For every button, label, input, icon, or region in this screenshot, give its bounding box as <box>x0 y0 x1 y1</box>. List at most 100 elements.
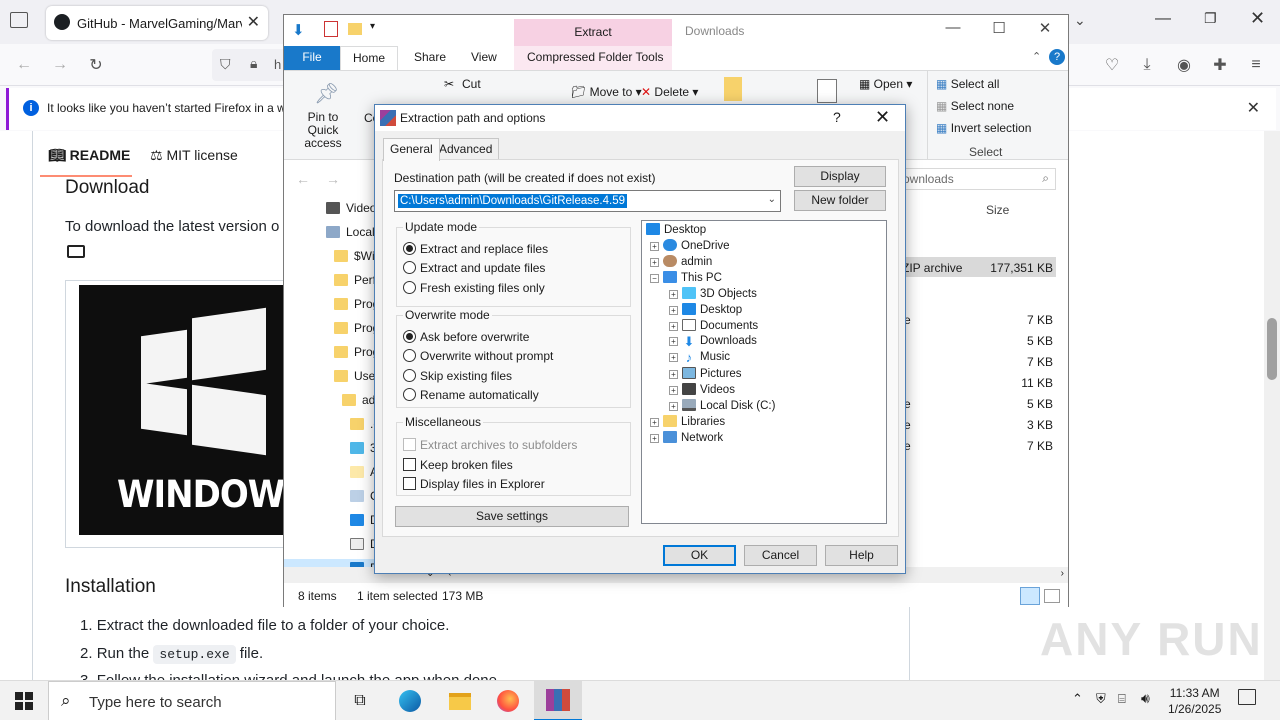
extract-context-tab[interactable]: Extract <box>514 19 672 46</box>
expand-icon[interactable]: + <box>650 258 659 267</box>
help-button[interactable]: Help <box>825 545 898 566</box>
account-icon[interactable]: ◉ <box>1172 53 1196 77</box>
reload-icon[interactable]: ↻ <box>84 53 108 77</box>
select-none-button[interactable]: ▦ Select none <box>936 99 1014 113</box>
back-icon[interactable]: ← <box>296 171 310 187</box>
display-button[interactable]: Display <box>794 166 886 187</box>
tab-general[interactable]: General <box>383 138 440 161</box>
maximize-icon[interactable]: ☐ <box>976 19 1022 37</box>
tray-icon[interactable]: ⛨ <box>1096 691 1106 707</box>
close-notification-icon[interactable]: ✕ <box>1247 98 1260 118</box>
file-explorer-icon[interactable] <box>446 687 474 715</box>
expand-icon[interactable]: + <box>669 290 678 299</box>
expand-icon[interactable]: + <box>669 353 678 362</box>
collapse-ribbon-icon[interactable]: ⌃ <box>1032 50 1041 63</box>
nav-item[interactable]: Perf <box>334 273 376 287</box>
scroll-right-icon[interactable]: › <box>1061 568 1064 579</box>
close-tab-icon[interactable]: ✕ <box>247 12 260 32</box>
forward-icon[interactable]: → <box>48 53 72 77</box>
expand-icon[interactable]: + <box>669 322 678 331</box>
close-icon[interactable]: ✕ <box>875 107 890 128</box>
chevron-up-icon[interactable]: ⌃ <box>1072 691 1083 707</box>
radio-skip-existing[interactable]: Skip existing files <box>403 369 512 383</box>
expand-icon[interactable]: + <box>650 434 659 443</box>
tab-advanced[interactable]: Advanced <box>432 138 500 160</box>
customize-qat-icon[interactable]: ▾ <box>370 21 375 32</box>
cancel-button[interactable]: Cancel <box>744 545 817 566</box>
tab-readme[interactable]: 📖︎ README <box>48 147 130 164</box>
tree-item-3d-objects[interactable]: +3D Objects <box>669 287 757 300</box>
clock[interactable]: 11:33 AM 1/26/2025 <box>1168 685 1221 717</box>
destination-path-combo[interactable]: C:\Users\admin\Downloads\GitRelease.4.59… <box>394 190 781 212</box>
tree-item-videos[interactable]: + Videos <box>669 383 735 396</box>
notifications-icon[interactable] <box>1238 689 1256 705</box>
radio-extract-replace[interactable]: Extract and replace files <box>403 242 548 256</box>
tab-view[interactable]: View <box>459 46 509 70</box>
winrar-taskbar-button[interactable] <box>534 681 582 720</box>
pocket-icon[interactable]: ♡ <box>1100 53 1124 77</box>
properties-icon[interactable] <box>324 21 338 37</box>
cut-button[interactable]: Cut <box>462 77 481 91</box>
tree-item-libraries[interactable]: + Libraries <box>650 415 725 428</box>
invert-selection-button[interactable]: ▦ Invert selection <box>936 121 1031 135</box>
downloads-icon[interactable]: ⤓ <box>1135 53 1159 77</box>
expand-icon[interactable]: + <box>669 337 678 346</box>
radio-overwrite-without-prompt[interactable]: Overwrite without prompt <box>403 349 553 363</box>
radio-ask-before-overwrite[interactable]: Ask before overwrite <box>403 330 529 344</box>
size-column-header[interactable]: Size <box>986 203 1009 217</box>
expand-icon[interactable]: + <box>669 370 678 379</box>
tab-home[interactable]: Home <box>340 46 399 70</box>
chevron-down-icon[interactable]: ⌄ <box>768 194 776 205</box>
url-bar[interactable]: ⛉ 🔒︎ h <box>212 49 286 81</box>
tab-license[interactable]: ⚖ MIT license <box>150 147 238 164</box>
properties-large-icon[interactable] <box>817 79 837 103</box>
windows-image[interactable]: WINDOWS 1( <box>79 285 289 535</box>
nav-item[interactable]: Prog <box>334 321 379 335</box>
nav-item[interactable]: ad <box>342 393 375 407</box>
tree-item-downloads[interactable]: + ⬇ Downloads <box>669 335 757 348</box>
forward-icon[interactable]: → <box>326 171 340 187</box>
tree-item-pictures[interactable]: + Pictures <box>669 367 742 380</box>
new-folder-button[interactable]: New folder <box>794 190 886 211</box>
task-view-icon[interactable]: ⧉ <box>346 687 374 715</box>
expand-icon[interactable]: + <box>650 418 659 427</box>
nav-item[interactable]: Local <box>326 225 375 239</box>
tree-item-local-disk[interactable]: + Local Disk (C:) <box>669 399 775 412</box>
tree-item-this-pc[interactable]: − This PC <box>650 271 722 284</box>
nav-item[interactable]: 3 <box>350 441 377 455</box>
tab-file[interactable]: File <box>284 46 340 70</box>
open-button[interactable]: ▦ Open ▾ <box>859 77 912 91</box>
new-folder-large-icon[interactable] <box>724 77 742 101</box>
shield-icon[interactable]: ⛉ <box>220 56 231 73</box>
volume-icon[interactable]: 🔊︎ <box>1141 690 1150 707</box>
extensions-icon[interactable]: ✚ <box>1208 53 1232 77</box>
tree-item-music[interactable]: + ♪ Music <box>669 351 730 364</box>
tree-item-documents[interactable]: + Documents <box>669 319 758 332</box>
nav-item[interactable]: User <box>334 369 379 383</box>
large-icons-view-icon[interactable] <box>1044 589 1060 603</box>
minimize-icon[interactable]: — <box>1155 10 1171 28</box>
list-tabs-icon[interactable]: ⌄ <box>1074 12 1086 29</box>
radio-extract-update[interactable]: Extract and update files <box>403 261 545 275</box>
tree-item-admin[interactable]: + admin <box>650 255 712 268</box>
quick-access-download-icon[interactable]: ⬇ <box>292 21 305 39</box>
minimize-icon[interactable]: — <box>930 19 976 36</box>
expand-icon[interactable]: + <box>650 242 659 251</box>
tab-overview-icon[interactable] <box>10 12 28 28</box>
checkbox-keep-broken-files[interactable]: Keep broken files <box>403 458 513 472</box>
expand-icon[interactable]: + <box>669 306 678 315</box>
move-to-button[interactable]: 📁︎ Move to ▾ <box>571 85 642 99</box>
checkbox-display-in-explorer[interactable]: Display files in Explorer <box>403 477 545 491</box>
tree-item-desktop[interactable]: Desktop <box>646 223 706 236</box>
nav-item[interactable]: Prog <box>334 297 379 311</box>
nav-item[interactable]: Video <box>326 201 376 215</box>
tree-item-onedrive[interactable]: + OneDrive <box>650 239 730 252</box>
edge-icon[interactable] <box>396 687 424 715</box>
tab-compressed-folder-tools[interactable]: Compressed Folder Tools <box>515 46 676 70</box>
new-folder-icon[interactable] <box>348 23 362 35</box>
close-window-icon[interactable]: ✕ <box>1250 8 1265 29</box>
menu-icon[interactable]: ≡ <box>1244 53 1268 77</box>
close-window-icon[interactable]: ✕ <box>1022 19 1068 37</box>
collapse-icon[interactable]: − <box>650 274 659 283</box>
start-button[interactable] <box>10 687 38 715</box>
